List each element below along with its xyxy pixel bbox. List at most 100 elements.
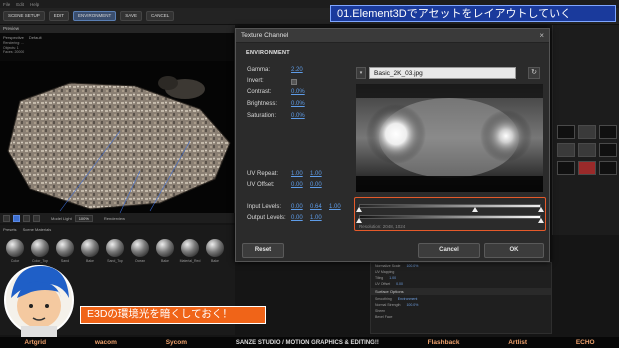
input-gamma-handle[interactable] [472, 207, 479, 212]
move-tool-button[interactable] [13, 214, 20, 222]
resolution-text: Resolution: 2048, 1024 [359, 224, 406, 229]
model-thumbnail[interactable] [557, 143, 575, 157]
tab-scene-materials[interactable]: Scene Materials [23, 227, 52, 232]
material-preset[interactable]: Ocean [129, 239, 151, 269]
output-levels-white[interactable]: 1.00 [310, 215, 322, 221]
contrast-label: Contrast: [247, 89, 272, 95]
save-button[interactable]: SAVE [120, 11, 142, 21]
input-black-handle[interactable] [356, 207, 362, 212]
material-properties-panel: Normalize Scale 100.0% UV Mapping Tiling 1… [370, 262, 552, 334]
material-sphere [106, 239, 124, 257]
output-levels-slider[interactable] [359, 215, 541, 219]
sponsor-logo: wacom [94, 339, 117, 346]
texture-channel-dialog: Texture Channel × ENVIRONMENT Gamma: 2.2… [235, 28, 550, 262]
viewport-toolbar: Model Light 100% Renderview [0, 213, 235, 223]
camera-select[interactable]: Perspective [3, 35, 24, 40]
model-browser-panel [552, 25, 619, 235]
model-thumbnail[interactable] [557, 161, 575, 175]
texture-dropdown-button[interactable]: ▾ [356, 67, 366, 79]
ok-button[interactable]: OK [484, 243, 544, 258]
property-row: UV Offset 0.00 [375, 282, 403, 286]
chapter-banner: 01.Element3Dでアセットをレイアウトしていく [330, 5, 616, 22]
studio-name: SANZE STUDIO / MOTION GRAPHICS & EDITING… [235, 339, 379, 346]
material-sphere [31, 239, 49, 257]
input-levels-black[interactable]: 0.00 [291, 204, 303, 210]
model-thumbnail[interactable] [599, 161, 617, 175]
dialog-title: Texture Channel [241, 32, 289, 39]
dialog-titlebar[interactable]: Texture Channel × [236, 29, 549, 43]
preview-title: Preview [0, 25, 234, 33]
material-sphere [56, 239, 74, 257]
scale-tool-button[interactable] [33, 214, 40, 222]
model-thumbnail[interactable] [578, 143, 596, 157]
saturation-label: Saturation: [247, 113, 277, 119]
material-preset[interactable]: Sand_Top [104, 239, 126, 269]
scene-setup-button[interactable]: SCENE SETUP [3, 11, 45, 21]
tab-presets[interactable]: Presets [3, 227, 17, 232]
material-preset[interactable]: Bake [79, 239, 101, 269]
model-thumbnail[interactable] [599, 143, 617, 157]
cancel-button[interactable]: Cancel [418, 243, 480, 258]
select-tool-button[interactable] [3, 214, 10, 222]
uv-repeat-y[interactable]: 1.00 [310, 171, 322, 177]
uv-offset-label: UV Offset: [247, 182, 275, 188]
refresh-icon[interactable]: ↻ [528, 67, 540, 79]
brightness-label: Brightness: [247, 101, 278, 107]
material-sphere [81, 239, 99, 257]
close-icon[interactable]: × [539, 31, 544, 40]
model-light-label: Model Light [51, 215, 72, 221]
terrain-model[interactable] [0, 61, 235, 213]
texture-name-field[interactable]: Basic_2K_03.jpg [369, 67, 516, 79]
uv-repeat-x[interactable]: 1.00 [291, 171, 303, 177]
uv-offset-x[interactable]: 0.00 [291, 182, 303, 188]
gamma-label: Gamma: [247, 67, 271, 73]
gamma-value[interactable]: 2.20 [291, 67, 303, 73]
saturation-value[interactable]: 0.0% [291, 113, 305, 119]
sponsor-logo: ECHO [575, 339, 595, 346]
input-levels-label: Input Levels: [247, 204, 282, 210]
model-thumbnail[interactable] [557, 125, 575, 139]
output-black-handle[interactable] [356, 218, 362, 223]
model-thumbnail[interactable] [599, 125, 617, 139]
output-levels-black[interactable]: 0.00 [291, 215, 303, 221]
uv-repeat-label: UV Repeat: [247, 171, 279, 177]
material-sphere [156, 239, 174, 257]
input-white-handle[interactable] [538, 207, 544, 212]
environment-button[interactable]: ENVIRONMENT [73, 11, 117, 21]
cancel-scene-button[interactable]: CANCEL [145, 11, 175, 21]
material-sphere [181, 239, 199, 257]
input-levels-slider[interactable] [359, 204, 541, 208]
material-sphere [6, 239, 24, 257]
surface-options-header[interactable]: Surface Options [371, 288, 551, 295]
rotate-tool-button[interactable] [23, 214, 30, 222]
subtitle-caption: E3Dの環境光を暗くしておく！ [80, 306, 266, 324]
menu-edit[interactable]: Edit [16, 2, 24, 7]
model-thumbnail[interactable] [578, 125, 596, 139]
shading-select[interactable]: Default [29, 35, 42, 40]
material-preset[interactable]: Material_Red [179, 239, 201, 269]
sponsor-logo: Flashback [427, 339, 460, 346]
reset-button[interactable]: Reset [242, 243, 284, 258]
contrast-value[interactable]: 0.0% [291, 89, 305, 95]
zoom-select[interactable]: 100% [74, 214, 93, 222]
model-thumbnail[interactable] [578, 161, 596, 175]
invert-label: Invert: [247, 78, 264, 84]
sponsor-logo: Sycom [165, 339, 188, 346]
material-preset[interactable]: Bake [204, 239, 226, 269]
render-stats: Rendering: ... Objects: 1 Faces: 20000 [3, 41, 25, 54]
output-white-handle[interactable] [538, 218, 544, 223]
uv-offset-y[interactable]: 0.00 [310, 182, 322, 188]
input-levels-gamma[interactable]: 0.64 [310, 204, 322, 210]
menu-help[interactable]: Help [30, 2, 39, 7]
brightness-value[interactable]: 0.0% [291, 101, 305, 107]
material-preset[interactable]: Bake [154, 239, 176, 269]
menu-file[interactable]: File [3, 2, 10, 7]
preview-panel: Preview Perspective Default Rendering: .… [0, 25, 235, 213]
invert-checkbox[interactable] [291, 79, 297, 85]
input-levels-white[interactable]: 1.00 [329, 204, 341, 210]
output-levels-label: Output Levels: [247, 215, 286, 221]
material-sphere [206, 239, 224, 257]
render-mode-label: Renderview [103, 215, 126, 221]
material-sphere [131, 239, 149, 257]
edit-button[interactable]: EDIT [48, 11, 70, 21]
